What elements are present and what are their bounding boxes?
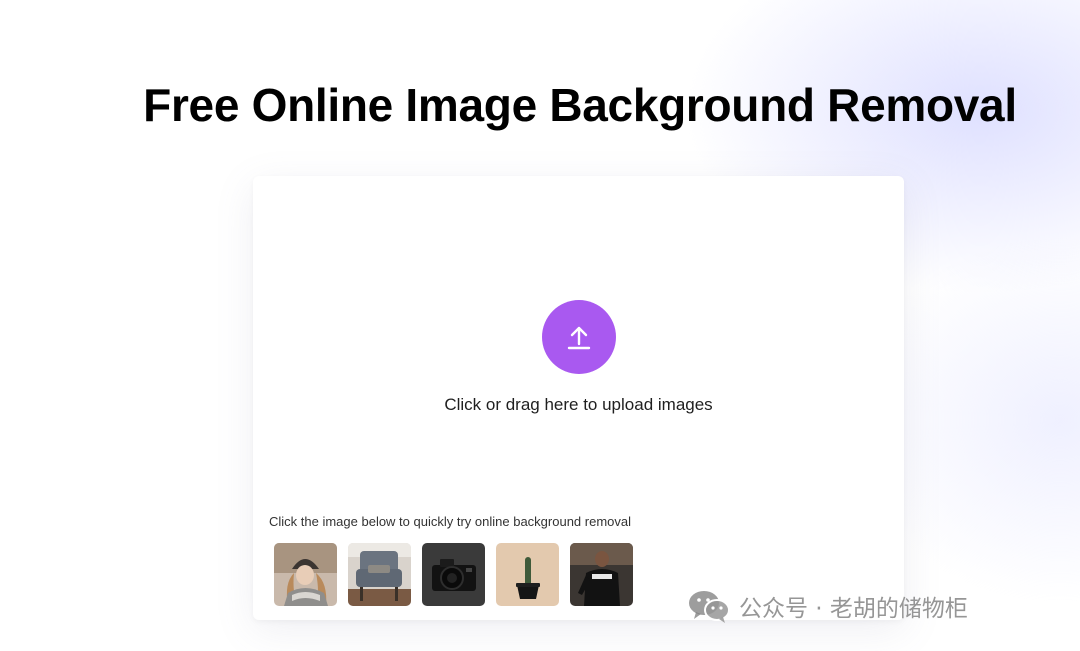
sample-image-camera[interactable] [422,543,485,606]
upload-card: Click or drag here to upload images Clic… [253,176,904,620]
upload-label: Click or drag here to upload images [444,395,713,414]
upload-dropzone[interactable]: Click or drag here to upload images [253,176,904,496]
sample-images [274,543,633,606]
watermark-text: 公众号 · 老胡的储物柜 [739,596,968,622]
page-title: Free Online Image Background Removal [143,79,1017,131]
sample-image-woman[interactable] [274,543,337,606]
upload-button[interactable] [542,300,616,374]
wechat-icon [687,588,731,624]
upload-arrow-icon [567,326,591,350]
sample-image-cactus[interactable] [496,543,559,606]
sample-image-armchair[interactable] [348,543,411,606]
wechat-watermark: 公众号 · 老胡的储物柜 [687,588,968,624]
sample-image-man[interactable] [570,543,633,606]
sample-hint: Click the image below to quickly try onl… [269,514,632,529]
